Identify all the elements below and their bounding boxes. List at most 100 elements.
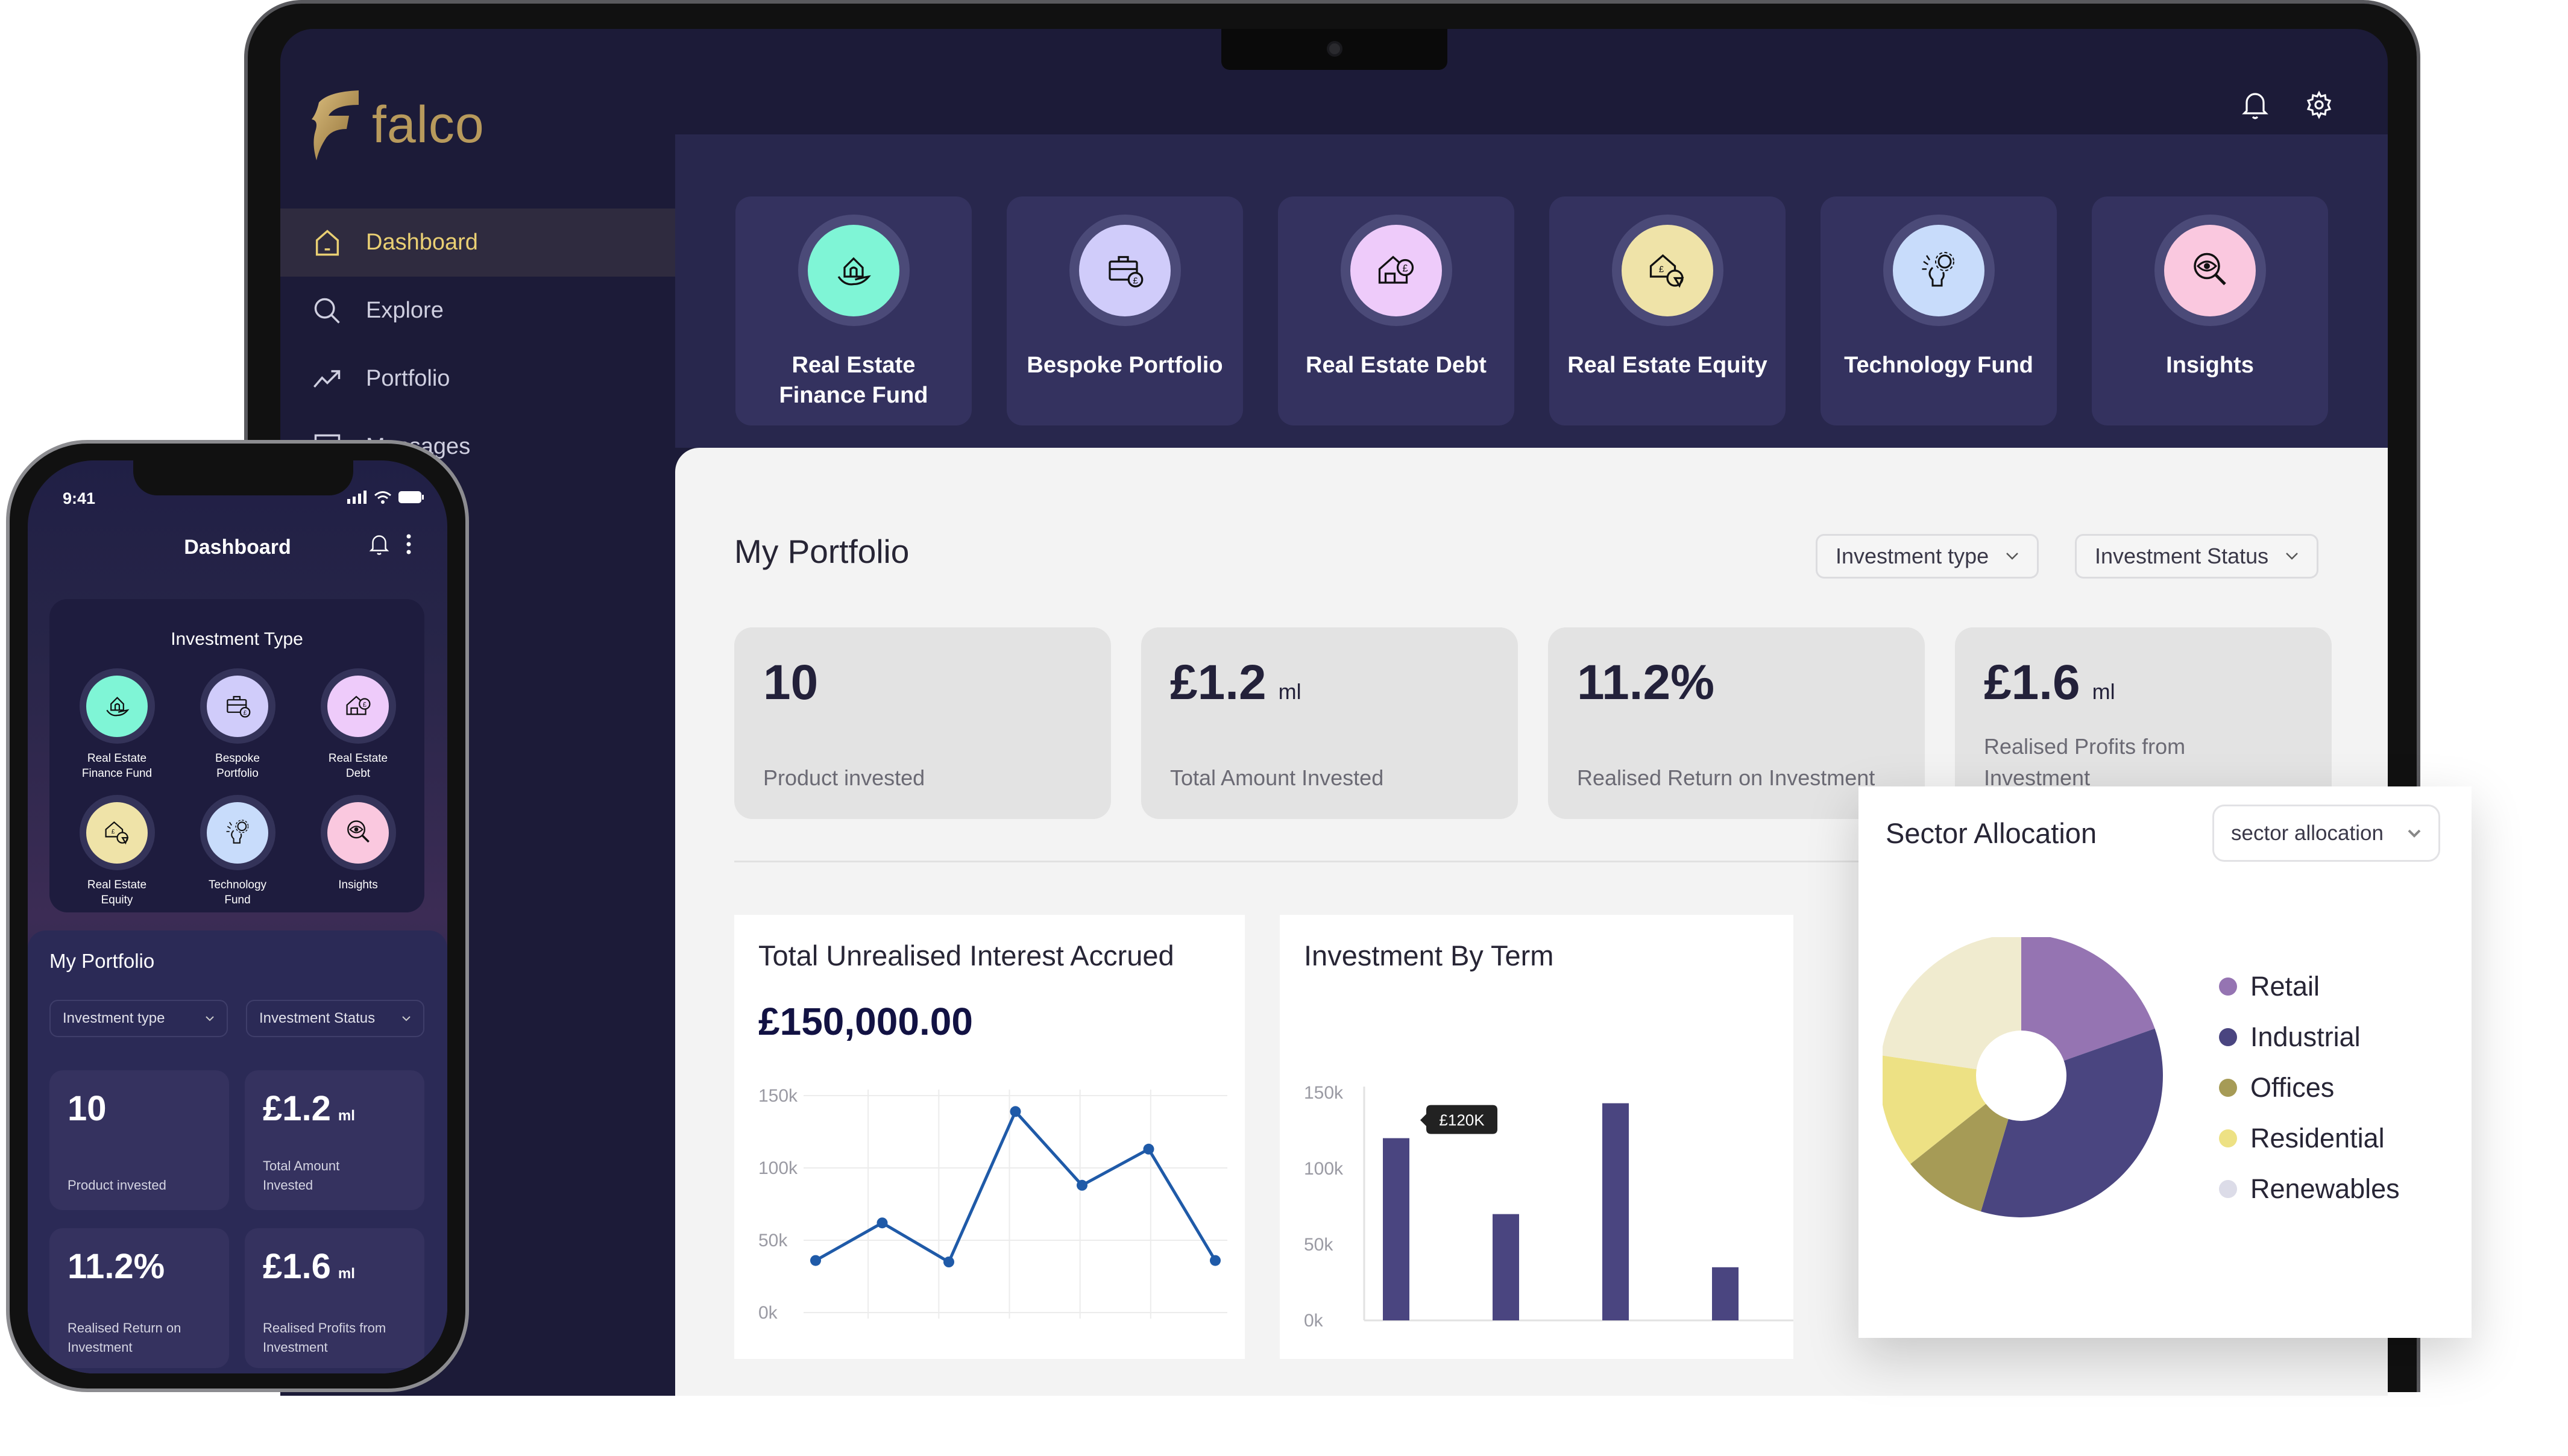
svg-text:£: £ — [1133, 275, 1138, 286]
phone-investment-types: Investment Type Real Estate Finance Fund £… — [49, 599, 424, 912]
dropdown-label: Investment type — [63, 1010, 165, 1026]
bell-icon[interactable] — [368, 532, 390, 557]
data-point — [876, 1217, 888, 1229]
header-actions — [2241, 89, 2334, 121]
legend-swatch — [2219, 1129, 2237, 1147]
x-tick-label: Mai — [1109, 1347, 1138, 1349]
phone-investment-type-tile[interactable]: Technology Fund — [177, 795, 298, 908]
camera-icon — [1327, 41, 1342, 57]
icon-disc — [2164, 224, 2256, 316]
data-point — [943, 1257, 954, 1267]
section-title: Investment Type — [171, 629, 303, 649]
y-tick-label: 0k — [758, 1303, 778, 1323]
search-icon — [314, 298, 340, 324]
legend-label: Offices — [2250, 1072, 2335, 1103]
investment-type-tile[interactable]: Insights — [2092, 196, 2328, 425]
stat-card-realised-profits: £1.6 ml Realised Profits from Investment — [245, 1228, 424, 1368]
phone-investment-type-tile[interactable]: Insights — [298, 795, 418, 893]
investment-type-tile[interactable]: £ Real Estate Debt — [1278, 196, 1514, 425]
sector-allocation-dropdown[interactable]: sector allocation — [2212, 805, 2440, 862]
stat-caption: Realised Profits from Investment — [263, 1320, 386, 1355]
house-pie-icon: £ — [104, 821, 128, 845]
y-tick-label: 150k — [758, 1086, 798, 1106]
section-title: My Portfolio — [49, 950, 155, 972]
house-hand-icon — [837, 257, 871, 285]
x-tick-label: Jan — [822, 1347, 851, 1349]
icon-ring — [2154, 215, 2266, 326]
trending-up-icon — [313, 369, 341, 388]
icon-ring: £ — [1611, 215, 1723, 326]
investment-type-tile[interactable]: Technology Fund — [1821, 196, 2057, 425]
gear-icon[interactable] — [2305, 89, 2334, 121]
investment-by-term-card: Investment By Term 0k50k100k150k6m6-12m1… — [1280, 915, 1793, 1359]
icon-ring — [320, 795, 396, 870]
sidebar-item-portfolio[interactable]: Portfolio — [280, 345, 675, 413]
brand-name: falco — [372, 95, 485, 154]
tile-label: Technology Fund — [1844, 353, 2033, 378]
icon-ring — [79, 668, 155, 744]
stat-caption: Realised Return on Investment — [1577, 765, 1875, 790]
wifi-icon — [374, 491, 391, 504]
icon-disc: £ — [327, 675, 389, 737]
house-pound-icon: £ — [1378, 255, 1414, 284]
icon-disc — [808, 224, 899, 316]
icon-disc — [327, 802, 389, 864]
legend-item: Industrial — [2219, 1012, 2400, 1062]
phone-investment-type-tile[interactable]: £ Bespoke Portfolio — [177, 668, 298, 781]
home-icon — [315, 229, 339, 256]
bell-icon[interactable] — [2241, 89, 2270, 121]
stat-caption: Realised Profits from Investment — [1984, 734, 2186, 790]
chart-title: Sector Allocation — [1886, 817, 2097, 849]
bar — [1493, 1214, 1519, 1320]
data-point — [1010, 1106, 1021, 1117]
investment-type-dropdown[interactable]: Investment type — [49, 1000, 228, 1037]
y-tick-label: 100k — [1304, 1159, 1344, 1179]
headline-value: £150,000.00 — [758, 1000, 973, 1043]
sidebar-item-label: Portfolio — [366, 366, 450, 391]
page-title: My Portfolio — [734, 533, 910, 570]
legend-label: Residential — [2250, 1123, 2385, 1153]
icon-ring: £ — [1069, 215, 1181, 326]
y-tick-label: 150k — [1304, 1083, 1344, 1103]
pie-chart — [1883, 937, 2163, 1217]
investment-type-tile[interactable]: £ Real Estate Equity — [1549, 196, 1786, 425]
investment-type-dropdown[interactable]: Investment type — [1816, 534, 2039, 579]
logo[interactable]: falco — [310, 89, 485, 160]
investment-status-dropdown[interactable]: Investment Status — [2075, 534, 2319, 579]
investment-type-tile[interactable]: Real Estate Finance Fund — [735, 196, 972, 425]
data-point — [1210, 1255, 1221, 1266]
y-tick-label: 50k — [1304, 1235, 1333, 1255]
magnifier-eye-icon — [347, 820, 370, 843]
investment-status-dropdown[interactable]: Investment Status — [246, 1000, 424, 1037]
sector-allocation-card: Sector Allocation sector allocation Reta… — [1858, 786, 2472, 1338]
phone-investment-type-tile[interactable]: £ Real Estate Debt — [298, 668, 418, 781]
icon-ring: £ — [320, 668, 396, 744]
lightbulb-gear-icon — [226, 820, 248, 844]
x-tick-label: Feb — [893, 1347, 924, 1349]
x-tick-label: Jun — [1181, 1347, 1210, 1349]
sidebar-item-dashboard[interactable]: Dashboard — [280, 209, 675, 277]
status-icons — [347, 491, 424, 504]
more-icon[interactable] — [404, 532, 413, 557]
legend-swatch — [2219, 1079, 2237, 1097]
briefcase-pound-icon: £ — [1109, 256, 1144, 287]
chevron-down-icon — [2286, 553, 2298, 560]
chevron-down-icon — [2408, 829, 2421, 838]
phone-investment-type-tile[interactable]: Real Estate Finance Fund — [57, 668, 177, 781]
tile-label: Real Estate Debt — [328, 752, 388, 780]
icon-ring: £ — [79, 795, 155, 870]
investment-type-tile[interactable]: £ Bespoke Portfolio — [1007, 196, 1243, 425]
svg-text:£: £ — [111, 829, 115, 835]
briefcase-pound-icon: £ — [226, 695, 250, 718]
sidebar-item-label: Dashboard — [366, 230, 478, 255]
phone-investment-type-tile[interactable]: £ Real Estate Equity — [57, 795, 177, 908]
bar — [1602, 1103, 1629, 1320]
lightbulb-gear-icon — [1922, 251, 1954, 286]
icon-disc — [207, 802, 268, 864]
x-tick-label: Apr — [1038, 1347, 1066, 1349]
phone-frame: 9:41 Dashboard Investment Type Real Esta… — [6, 440, 469, 1392]
data-point — [1077, 1179, 1087, 1191]
legend-item: Renewables — [2219, 1164, 2400, 1214]
tile-label: Insights — [338, 879, 378, 891]
sidebar-item-explore[interactable]: Explore — [280, 277, 675, 345]
